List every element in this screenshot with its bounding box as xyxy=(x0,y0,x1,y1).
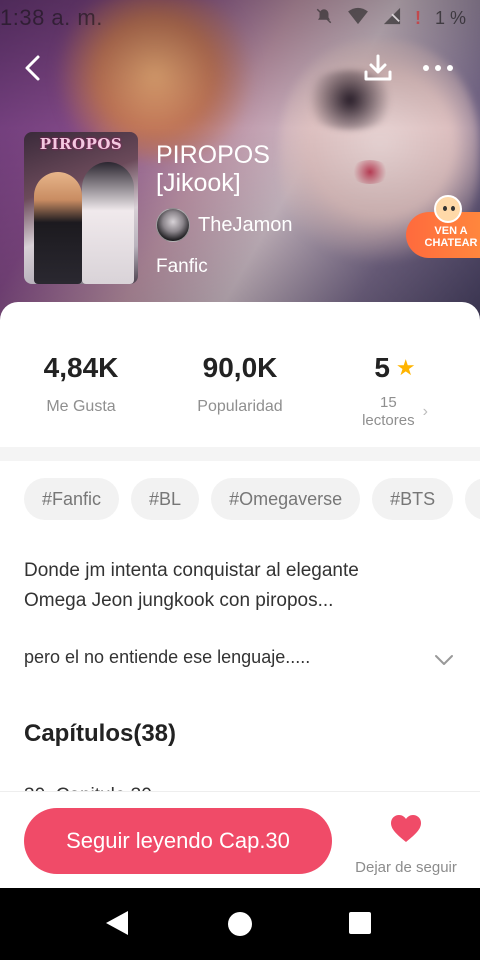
more-horizontal-icon[interactable] xyxy=(418,48,458,88)
chevron-down-icon[interactable] xyxy=(430,646,458,674)
chevron-right-icon: › xyxy=(422,403,428,420)
likes-stat: 4,84K Me Gusta xyxy=(22,352,140,416)
status-time: 1:38 a. m. xyxy=(0,5,103,30)
chat-badge-text: VEN A CHATEAR xyxy=(425,225,478,249)
battery-alert-icon: ! xyxy=(414,7,421,28)
tag-chip[interactable]: #BTS xyxy=(372,478,454,520)
unfollow-label: Dejar de seguir xyxy=(355,859,457,876)
stats-row: 4,84K Me Gusta 90,0K Popularidad 5 ★ 15 … xyxy=(0,352,480,442)
likes-value: 4,84K xyxy=(43,352,119,383)
tag-chip[interactable]: #Fanfic xyxy=(24,478,120,520)
book-title: PIROPOS [Jikook] xyxy=(156,141,270,197)
chat-badge-line2: CHATEAR xyxy=(424,237,478,249)
status-icons: ! 1 % xyxy=(315,7,466,30)
tag-chip[interactable]: # xyxy=(465,478,480,520)
rating-value: 5 xyxy=(374,352,390,383)
section-divider xyxy=(0,447,480,461)
rating-row: 5 ★ xyxy=(340,352,450,384)
cover-title: PIROPOS xyxy=(39,135,123,153)
readers-count: 15 xyxy=(379,394,397,411)
avatar xyxy=(156,208,190,242)
bottom-action-bar: Seguir leyendo Cap.30 Dejar de seguir xyxy=(0,791,480,888)
tag-chip[interactable]: #Omegaverse xyxy=(211,478,361,520)
chapters-heading: Capítulos(38) xyxy=(24,720,177,747)
book-detail-screen: 1:38 a. m. ! 1 % PIROPOS PIROPOS [Jikook… xyxy=(0,0,480,888)
nav-home-icon[interactable] xyxy=(228,912,252,936)
status-bar: 1:38 a. m. ! 1 % xyxy=(0,0,480,36)
description-text-2: pero el no entiende ese lenguaje..... xyxy=(24,647,311,667)
likes-label: Me Gusta xyxy=(46,398,116,415)
popularity-stat: 90,0K Popularidad xyxy=(180,352,300,416)
author-name: TheJamon xyxy=(198,213,293,236)
signal-icon xyxy=(383,7,401,30)
nav-recents-icon[interactable] xyxy=(349,912,371,934)
popularity-label: Popularidad xyxy=(197,398,283,415)
chat-badge-line1: VEN A xyxy=(434,225,468,237)
star-icon: ★ xyxy=(395,355,416,380)
author-link[interactable]: TheJamon xyxy=(156,208,293,242)
cover-figure xyxy=(34,172,82,284)
nav-back-icon[interactable] xyxy=(106,911,128,935)
popularity-value: 90,0K xyxy=(202,352,278,383)
chat-emoji-icon xyxy=(434,195,462,223)
readers-text: 15 lectores xyxy=(362,394,415,430)
rating-stat[interactable]: 5 ★ 15 lectores › xyxy=(350,352,450,430)
tag-list: #Fanfic #BL #Omegaverse #BTS # xyxy=(24,478,480,520)
system-nav-bar xyxy=(0,888,480,960)
book-cover[interactable]: PIROPOS xyxy=(24,132,138,284)
tag-chip[interactable]: #BL xyxy=(131,478,200,520)
readers-label: lectores xyxy=(362,412,415,429)
genre-label: Fanfic xyxy=(156,256,208,277)
unfollow-button[interactable]: Dejar de seguir xyxy=(352,814,460,876)
heart-icon xyxy=(352,814,460,849)
battery-level: 1 % xyxy=(434,7,466,28)
top-app-bar xyxy=(0,48,480,92)
continue-reading-button[interactable]: Seguir leyendo Cap.30 xyxy=(24,808,332,874)
download-icon[interactable] xyxy=(358,48,398,88)
readers-row: 15 lectores › xyxy=(340,394,450,430)
mute-icon xyxy=(315,7,333,30)
wifi-icon xyxy=(347,7,369,30)
chevron-left-icon[interactable] xyxy=(14,48,54,88)
cover-figure xyxy=(82,162,134,284)
description-text: Donde jm intenta conquistar al elegante … xyxy=(24,560,359,611)
